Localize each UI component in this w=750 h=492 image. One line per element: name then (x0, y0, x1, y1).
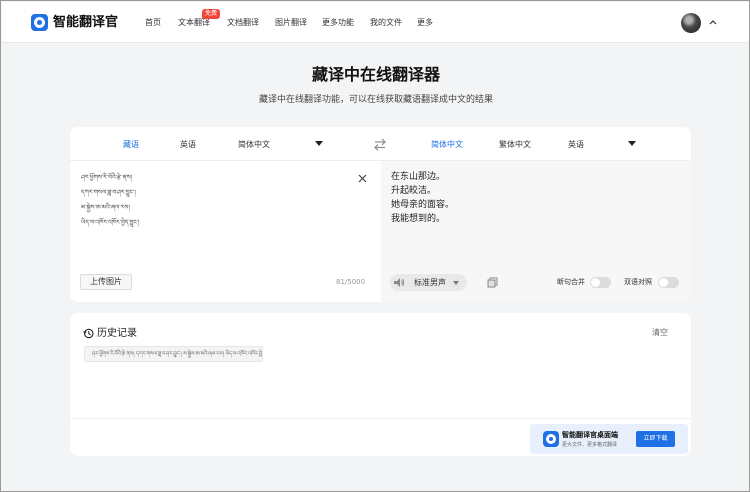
nav-item-more[interactable]: 更多 (417, 17, 433, 28)
swap-languages-icon[interactable] (373, 138, 387, 151)
source-line: ཡིད་ལ་འཁོར་འཁོར་བྱེད་བྱུང་། (81, 219, 140, 226)
target-lang-dropdown-icon[interactable] (628, 141, 636, 146)
chevron-up-icon[interactable] (709, 18, 717, 26)
source-line: དཀར་གསལ་ཟླ་བ་ཤར་བྱུང་། (81, 189, 136, 196)
app-logo-icon (543, 431, 559, 447)
copy-icon[interactable] (487, 277, 498, 288)
top-header: 智能翻译官 首页 文本翻译 免费 文档翻译 图片翻译 更多功能 我的文件 更多 (2, 2, 749, 43)
promo-description: 更大文件、更多格式翻译 (562, 442, 618, 448)
history-card: 历史记录 清空 ཤར་ཕྱོགས་རི་བོའི་རྩེ་ནས། དཀར་གསལ… (70, 313, 691, 456)
merge-sentences-label: 断句合并 (557, 278, 585, 286)
upload-image-button[interactable]: 上传图片 (80, 274, 132, 290)
download-button[interactable]: 立即下载 (636, 431, 675, 447)
output-text-area: 在东山那边。 升起皎洁。 她母亲的面容。 我能想到的。 标准男声 断句合并 双语… (381, 161, 691, 302)
char-counter: 81/5000 (336, 278, 366, 286)
voice-label: 标准男声 (414, 278, 446, 287)
source-line: མ་སྐྱེས་ཨ་མའི་ཞལ་རས། (81, 204, 130, 211)
merge-sentences-toggle[interactable] (590, 277, 611, 288)
history-item[interactable]: ཤར་ཕྱོགས་རི་བོའི་རྩེ་ནས། དཀར་གསལ་ཟླ་བ་ཤར… (84, 346, 263, 362)
language-bar: 藏语 英语 简体中文 简体中文 繁体中文 英语 (70, 127, 691, 161)
source-lang-english[interactable]: 英语 (180, 139, 196, 150)
nav-item-my-files[interactable]: 我的文件 (370, 17, 402, 28)
nav-item-doc-translate[interactable]: 文档翻译 (227, 17, 259, 28)
source-line: ཤར་ཕྱོགས་རི་བོའི་རྩེ་ནས། (81, 174, 132, 181)
target-lang-traditional[interactable]: 繁体中文 (499, 139, 531, 150)
history-clock-icon (83, 328, 94, 339)
translator-card: 藏语 英语 简体中文 简体中文 繁体中文 英语 ཤར་ཕྱོགས་རི་བོའི… (70, 127, 691, 302)
page-title: 藏译中在线翻译器 (311, 65, 440, 84)
output-line: 我能想到的。 (391, 214, 446, 224)
output-line: 在东山那边。 (391, 172, 446, 182)
avatar[interactable] (681, 13, 701, 33)
promo-title: 智能翻译官桌面端 (562, 431, 618, 439)
chevron-down-icon[interactable] (453, 281, 459, 285)
source-lang-tibetan[interactable]: 藏语 (123, 139, 139, 150)
bilingual-toggle[interactable] (658, 277, 679, 288)
voice-select[interactable]: 标准男声 (390, 274, 467, 291)
divider (70, 418, 691, 419)
source-text-area[interactable]: ཤར་ཕྱོགས་རི་བོའི་རྩེ་ནས། དཀར་གསལ་ཟླ་བ་ཤར… (70, 161, 381, 302)
clear-text-icon[interactable] (358, 174, 367, 183)
free-badge: 免费 (202, 9, 221, 19)
nav-item-image-translate[interactable]: 图片翻译 (275, 17, 307, 28)
clear-history-button[interactable]: 清空 (652, 328, 668, 338)
bilingual-label: 双语对照 (624, 278, 652, 286)
page-subtitle: 藏译中在线翻译功能，可以在线获取藏语翻译成中文的结果 (258, 95, 493, 105)
history-title: 历史记录 (97, 328, 137, 339)
desktop-promo-banner: 智能翻译官桌面端 更大文件、更多格式翻译 立即下载 (530, 424, 688, 454)
app-logo-icon[interactable] (31, 14, 48, 31)
app-name[interactable]: 智能翻译官 (53, 14, 118, 31)
target-lang-simplified[interactable]: 简体中文 (431, 139, 463, 150)
output-line: 升起皎洁。 (391, 186, 437, 196)
source-lang-chinese[interactable]: 简体中文 (238, 139, 270, 150)
page-frame: 智能翻译官 首页 文本翻译 免费 文档翻译 图片翻译 更多功能 我的文件 更多 … (0, 0, 750, 492)
nav-item-more-features[interactable]: 更多功能 (322, 17, 354, 28)
nav-item-home[interactable]: 首页 (145, 17, 161, 28)
target-lang-english[interactable]: 英语 (568, 139, 584, 150)
output-line: 她母亲的面容。 (391, 200, 455, 210)
source-lang-dropdown-icon[interactable] (315, 141, 323, 146)
speaker-icon[interactable] (393, 277, 405, 288)
